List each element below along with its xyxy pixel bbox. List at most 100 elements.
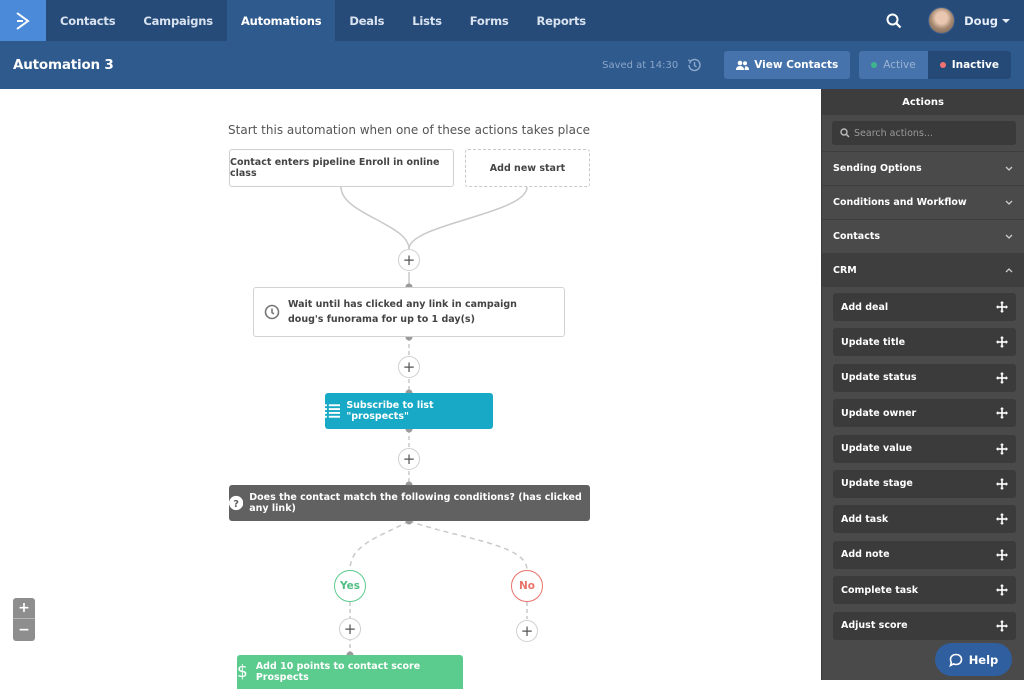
nav-deals[interactable]: Deals [335,0,398,41]
section-label: Contacts [833,231,881,242]
connector-trigger [340,186,410,250]
list-icon [325,404,341,418]
drag-handle-icon[interactable] [996,301,1008,313]
wait-step-node[interactable]: Wait until has clicked any link in campa… [253,287,565,337]
crm-action-item[interactable]: Update stage [833,469,1016,498]
add-step-button[interactable]: + [398,356,420,378]
add-new-start-button[interactable]: Add new start [465,149,590,187]
subscribe-step-text: Subscribe to list "prospects" [346,400,434,422]
add-step-yes-button[interactable]: + [339,618,361,640]
caret-down-icon [1002,18,1010,23]
crm-action-item[interactable]: Add task [833,505,1016,534]
chevron-down-icon [1005,166,1013,171]
score-step-node[interactable]: $ Add 10 points to contact score Prospec… [237,655,463,689]
crm-action-label: Add deal [841,301,889,313]
page-title[interactable]: Automation 3 [13,57,114,73]
nav-reports[interactable]: Reports [523,0,600,41]
automation-header: Automation 3 Saved at 14:30 View Contact… [0,41,1024,89]
section-conditions-workflow[interactable]: Conditions and Workflow [822,185,1024,219]
crm-action-list: Add deal Update title Update status Update … [822,287,1024,640]
view-contacts-button[interactable]: View Contacts [724,51,851,79]
view-contacts-label: View Contacts [754,59,839,71]
drag-handle-icon[interactable] [996,336,1008,349]
crm-action-label: Adjust score [841,620,908,632]
nav-lists[interactable]: Lists [398,0,455,41]
crm-action-label: Update title [841,336,906,348]
trigger-node[interactable]: Contact enters pipeline Enroll in online… [229,149,454,187]
actions-sidebar: Actions Search actions... Sending Option… [821,89,1024,680]
chevron-down-icon [1005,200,1013,205]
crm-action-item[interactable]: Add deal [833,293,1016,321]
crm-action-item[interactable]: Update title [833,328,1016,357]
crm-action-item[interactable]: Update value [833,434,1016,463]
nav-campaigns[interactable]: Campaigns [129,0,227,41]
section-label: Conditions and Workflow [833,197,967,208]
section-sending-options[interactable]: Sending Options [822,151,1024,185]
help-label: Help [968,652,999,667]
global-search-button[interactable] [874,0,914,41]
users-icon [736,60,750,70]
crm-action-label: Update value [841,443,913,455]
crm-action-label: Update stage [841,478,913,490]
add-step-button[interactable]: + [398,448,420,470]
help-button[interactable]: Help [935,643,1012,676]
nav-right: Doug [874,0,1024,41]
no-branch-label[interactable]: No [511,570,543,602]
add-step-button[interactable]: + [398,249,420,271]
drag-handle-icon[interactable] [996,371,1008,384]
crm-action-item[interactable]: Complete task [833,576,1016,605]
connector-no-branch [408,520,528,571]
search-icon [840,128,850,138]
condition-step-text: Does the contact match the following con… [249,492,582,514]
yes-branch-label[interactable]: Yes [334,570,366,602]
drag-handle-icon[interactable] [996,513,1008,526]
history-icon[interactable] [686,57,702,73]
drag-handle-icon[interactable] [996,477,1008,490]
user-avatar[interactable] [928,7,956,34]
zoom-out-button[interactable]: − [13,619,35,640]
start-title: Start this automation when one of these … [228,123,590,137]
status-active-option[interactable]: Active [859,51,928,79]
dollar-icon: $ [237,662,248,682]
workflow-canvas[interactable]: Start this automation when one of these … [0,89,821,689]
nav-automations[interactable]: Automations [226,0,336,41]
crm-action-item[interactable]: Adjust score [833,611,1016,640]
section-label: Sending Options [833,163,922,174]
nav-contacts[interactable]: Contacts [46,0,129,41]
chevron-down-icon [1005,234,1013,239]
app-logo[interactable] [0,0,46,41]
crm-action-label: Update owner [841,407,917,419]
saved-status: Saved at 14:30 [602,59,679,71]
crm-action-item[interactable]: Update owner [833,399,1016,428]
status-inactive-option[interactable]: Inactive [927,51,1011,79]
subscribe-step-node[interactable]: Subscribe to list "prospects" [325,393,493,429]
active-dot-icon [871,62,878,68]
chat-bubble-icon [948,653,962,667]
crm-action-item[interactable]: Add note [833,540,1016,569]
nav-forms[interactable]: Forms [456,0,523,41]
condition-step-node[interactable]: ? Does the contact match the following c… [229,485,590,521]
search-actions-input[interactable]: Search actions... [832,121,1016,145]
add-step-no-button[interactable]: + [516,620,538,642]
drag-handle-icon[interactable] [996,619,1008,632]
drag-handle-icon[interactable] [996,407,1008,420]
crm-action-label: Complete task [841,584,919,596]
drag-handle-icon[interactable] [996,584,1008,597]
zoom-controls: + − [13,598,35,641]
wait-step-text: Wait until has clicked any link in campa… [288,299,517,325]
section-contacts[interactable]: Contacts [822,219,1024,253]
crm-action-label: Add task [841,513,889,525]
zoom-in-button[interactable]: + [13,598,35,619]
section-crm[interactable]: CRM [822,253,1024,287]
search-icon [886,13,902,28]
inactive-label: Inactive [951,59,999,71]
drag-handle-icon[interactable] [996,442,1008,455]
connector-yes-branch [349,520,410,571]
inactive-dot-icon [939,62,946,68]
user-menu[interactable]: Doug [964,14,1010,28]
drag-handle-icon[interactable] [996,548,1008,561]
crm-action-item[interactable]: Update status [833,363,1016,392]
section-label: CRM [833,265,857,276]
crm-action-label: Add note [841,549,890,561]
svg-text:?: ? [233,499,239,510]
